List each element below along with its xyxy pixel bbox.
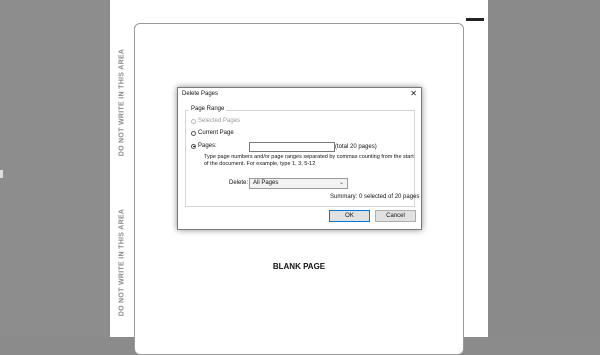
selected-pages-label: Selected Pages <box>198 118 241 124</box>
summary-text: Summary: 0 selected of 20 pages <box>330 194 420 200</box>
delete-select[interactable]: All Pages ⌄ <box>249 178 348 189</box>
scroll-marker <box>0 170 3 178</box>
workspace-right <box>488 0 600 337</box>
delete-select-value[interactable]: All Pages <box>253 180 278 186</box>
pages-label[interactable]: Pages: <box>198 143 217 149</box>
workspace-left <box>0 0 108 337</box>
margin-warning-text: DO NOT WRITE IN THIS AREA <box>118 48 126 157</box>
pages-total: (total 20 pages) <box>335 144 377 150</box>
selected-pages-option: Selected Pages <box>191 118 240 124</box>
cancel-button[interactable]: Cancel <box>375 210 416 222</box>
page-rule <box>466 18 484 21</box>
current-page-radio[interactable] <box>191 130 196 136</box>
current-page-option[interactable]: Current Page <box>191 130 234 136</box>
ok-button[interactable]: OK <box>329 210 370 222</box>
dialog-title: Delete Pages <box>182 91 219 97</box>
pages-hint: Type page numbers and/or page ranges sep… <box>204 154 414 167</box>
delete-label: Delete: <box>229 180 249 186</box>
selected-pages-radio <box>191 118 196 124</box>
current-page-label[interactable]: Current Page <box>198 130 234 136</box>
pages-input[interactable] <box>249 142 335 152</box>
pages-radio[interactable] <box>191 143 196 149</box>
delete-pages-dialog: Delete Pages ✕ Page Range Selected Pages… <box>177 87 422 230</box>
chevron-down-icon[interactable]: ⌄ <box>339 179 344 186</box>
dialog-titlebar[interactable]: Delete Pages ✕ <box>178 88 421 100</box>
blank-page-label: BLANK PAGE <box>272 262 326 271</box>
pages-option[interactable]: Pages: <box>191 143 217 149</box>
close-icon[interactable]: ✕ <box>410 89 417 99</box>
page-range-legend: Page Range <box>189 106 227 112</box>
margin-warning-top: DO NOT WRITE IN THIS AREA <box>115 40 129 165</box>
